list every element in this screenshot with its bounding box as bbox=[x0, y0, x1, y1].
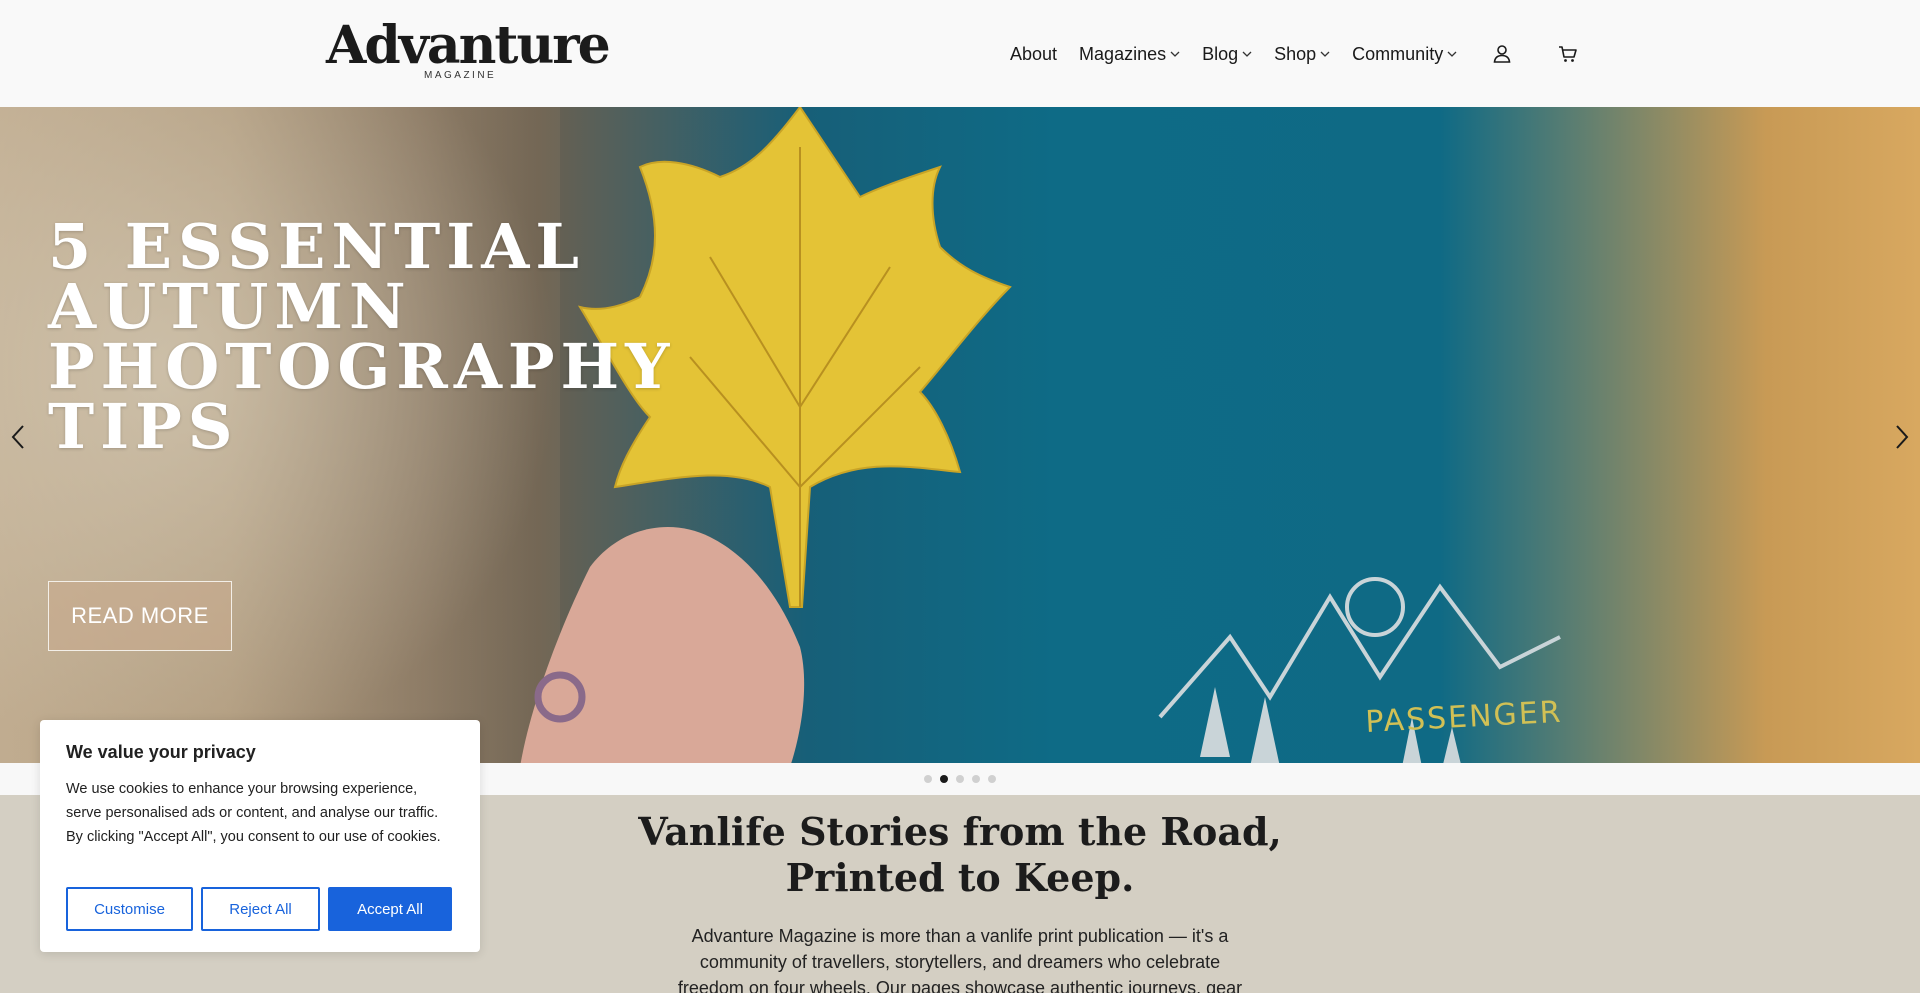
chevron-down-icon bbox=[1242, 51, 1252, 57]
nav-label: Blog bbox=[1202, 43, 1239, 64]
cookie-text: We use cookies to enhance your browsing … bbox=[66, 781, 441, 845]
nav-item-blog[interactable]: Blog bbox=[1202, 44, 1252, 65]
nav-item-magazines[interactable]: Magazines bbox=[1079, 44, 1180, 65]
hero-title-line: AUTUMN bbox=[48, 270, 412, 343]
hero-title: 5 ESSENTIAL AUTUMN PHOTOGRAPHY TIPS bbox=[48, 210, 748, 463]
slide-dot-1[interactable] bbox=[924, 775, 932, 783]
shirt-graphic: PASSENGER bbox=[1158, 577, 1564, 763]
nav-label: Magazines bbox=[1079, 43, 1167, 64]
reject-all-button[interactable]: Reject All bbox=[201, 887, 320, 931]
intro-title: Vanlife Stories from the Road, Printed t… bbox=[560, 809, 1360, 901]
account-icon[interactable] bbox=[1491, 43, 1513, 65]
slide-dot-5[interactable] bbox=[988, 775, 996, 783]
intro-text-line: community of travellers, storytellers, a… bbox=[699, 952, 1221, 972]
chevron-down-icon bbox=[1170, 51, 1180, 57]
next-slide-icon[interactable] bbox=[1890, 422, 1914, 452]
previous-slide-icon[interactable] bbox=[6, 422, 30, 452]
intro-title-line: Vanlife Stories from the Road, bbox=[638, 809, 1282, 854]
main-nav: About Magazines Blog Shop Community bbox=[1010, 40, 1579, 68]
nav-item-community[interactable]: Community bbox=[1352, 44, 1457, 65]
intro-text-line: Advanture Magazine is more than a vanlif… bbox=[691, 926, 1229, 946]
intro-text-line: freedom on four wheels. Our pages showca… bbox=[677, 978, 1243, 993]
chevron-down-icon bbox=[1447, 51, 1457, 57]
hero-title-line: 5 ESSENTIAL bbox=[48, 210, 585, 283]
logo-wordmark: Advanture bbox=[326, 15, 611, 76]
hero-title-line: TIPS bbox=[48, 390, 239, 463]
shirt-text: PASSENGER bbox=[1365, 695, 1564, 740]
hand-image bbox=[520, 527, 805, 763]
slide-dot-3[interactable] bbox=[956, 775, 964, 783]
cookie-buttons: Customise Reject All Accept All bbox=[66, 887, 460, 931]
nav-label: Shop bbox=[1274, 43, 1317, 64]
cookie-title: We value your privacy bbox=[66, 742, 256, 762]
intro-text: Advanture Magazine is more than a vanlif… bbox=[660, 923, 1260, 993]
read-more-button[interactable]: READ MORE bbox=[48, 581, 232, 651]
logo-tagline: MAGAZINE bbox=[424, 70, 497, 81]
hero-slider: PASSENGER 5 ESSENTIAL AUTUMN PHOTOGRAPHY… bbox=[0, 107, 1920, 763]
slide-dot-4[interactable] bbox=[972, 775, 980, 783]
cookie-consent-banner: We value your privacy We use cookies to … bbox=[40, 720, 480, 952]
customise-button[interactable]: Customise bbox=[66, 887, 193, 931]
cart-icon[interactable] bbox=[1557, 43, 1579, 65]
nav-label: About bbox=[1010, 43, 1058, 64]
site-logo[interactable]: Advanture MAGAZINE bbox=[326, 15, 611, 84]
nav-item-shop[interactable]: Shop bbox=[1274, 44, 1330, 65]
hero-title-line: PHOTOGRAPHY bbox=[48, 330, 676, 403]
chevron-down-icon bbox=[1320, 51, 1330, 57]
nav-label: Community bbox=[1352, 43, 1444, 64]
site-header: Advanture MAGAZINE About Magazines Blog … bbox=[0, 0, 1920, 107]
slide-dot-2[interactable] bbox=[940, 775, 948, 783]
nav-item-about[interactable]: About bbox=[1010, 44, 1057, 65]
accept-all-button[interactable]: Accept All bbox=[328, 887, 452, 931]
intro-title-line: Printed to Keep. bbox=[785, 855, 1135, 900]
